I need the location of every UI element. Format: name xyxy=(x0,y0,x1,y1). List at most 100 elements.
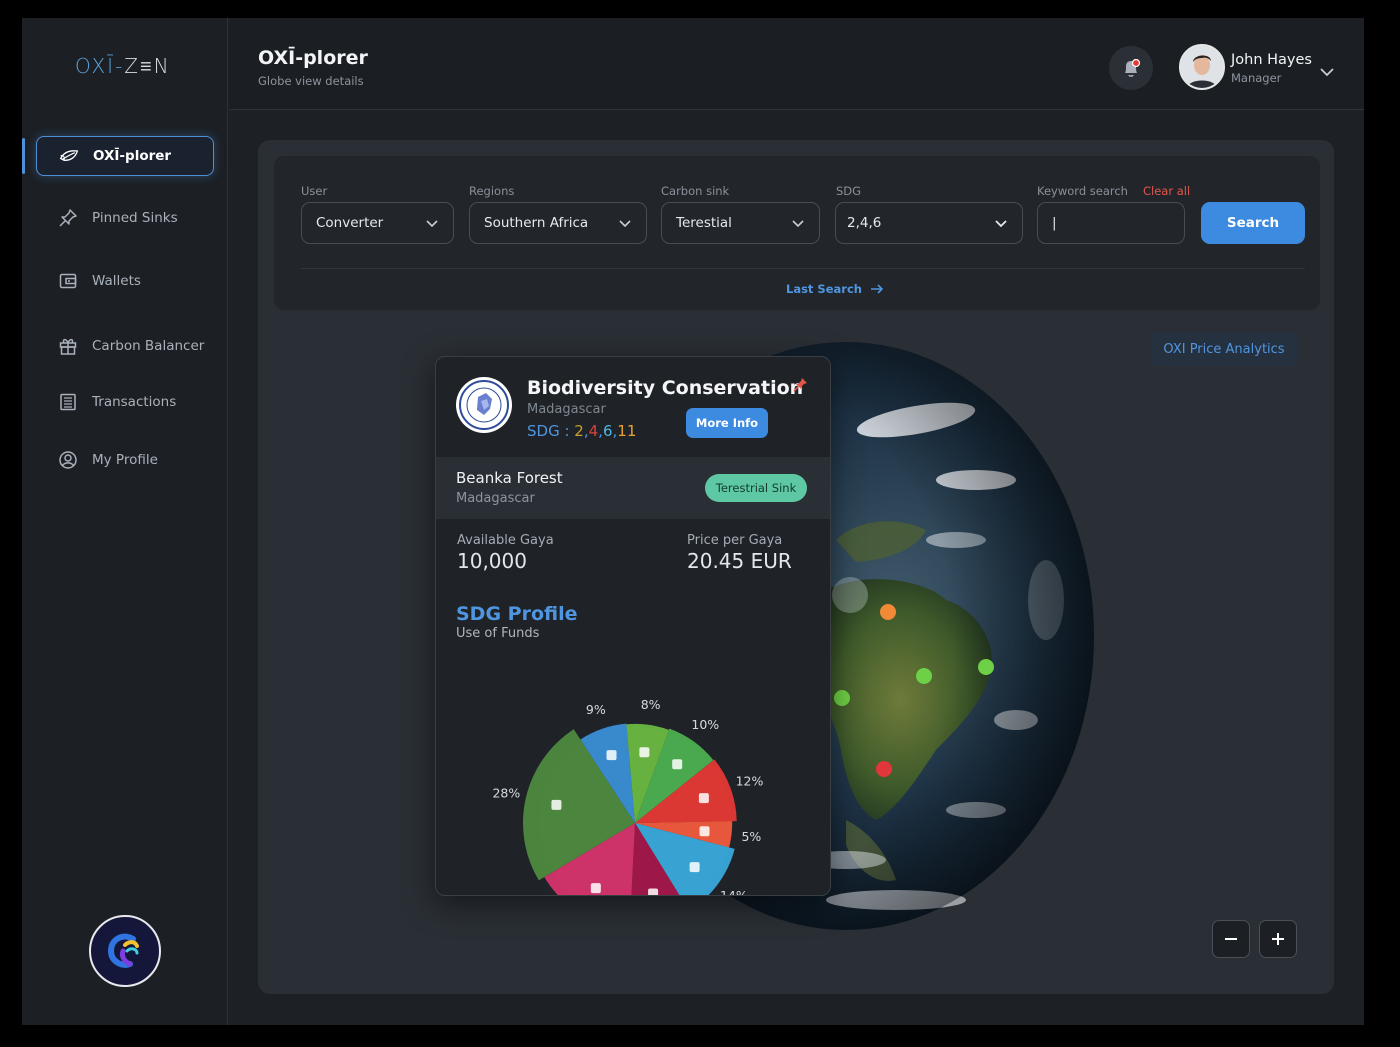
last-search-label: Last Search xyxy=(786,282,862,296)
user-menu-chevron[interactable] xyxy=(1319,62,1335,81)
organization-logo xyxy=(456,377,512,433)
pie-slice-label: 9% xyxy=(586,702,606,717)
top-header: OXĪ-plorer Globe view details John Hayes… xyxy=(229,18,1364,110)
bell-icon xyxy=(1125,58,1141,77)
app-logo: OXĪ-Z≡N xyxy=(75,54,171,78)
map-marker[interactable] xyxy=(916,668,932,684)
page-title: OXĪ-plorer xyxy=(258,47,368,69)
pie-slice-label: 14% xyxy=(720,888,748,896)
sdg-goal-icon xyxy=(689,862,700,873)
pie-slice-label: 8% xyxy=(641,697,661,712)
pin-icon xyxy=(793,378,807,392)
sdg-goal-icon xyxy=(648,888,659,895)
sdg-pie-chart[interactable]: 10%12%5%14%11%18%28%9%8% xyxy=(436,637,831,896)
sidebar-item-label: OXĪ-plorer xyxy=(93,148,172,164)
sdg-profile-title: SDG Profile xyxy=(456,603,578,625)
sidebar: OXĪ-Z≡N OXĪ-plorer Pinned Sinks Wallets xyxy=(22,18,228,1025)
user-select[interactable]: Converter xyxy=(301,202,454,244)
keyword-search-label: Keyword search xyxy=(1037,184,1128,198)
user-role: Manager xyxy=(1231,71,1282,85)
price-analytics-button[interactable]: OXI Price Analytics xyxy=(1151,332,1297,366)
sink-info-card: Biodiversity Conservation Madagascar SDG… xyxy=(435,356,831,896)
map-marker[interactable] xyxy=(880,604,896,620)
notifications-button[interactable] xyxy=(1109,46,1153,90)
pin-button[interactable] xyxy=(792,377,808,397)
sdg-filter-label: SDG xyxy=(836,184,862,198)
card-location: Madagascar xyxy=(527,402,606,417)
available-gaya-value: 10,000 xyxy=(457,549,527,573)
sink-type-badge[interactable]: Terestrial Sink xyxy=(705,474,807,502)
avatar[interactable] xyxy=(1179,44,1225,90)
regions-filter-label: Regions xyxy=(469,184,515,198)
sidebar-item-pinned-sinks[interactable]: Pinned Sinks xyxy=(36,198,214,238)
sdg-goals: SDG : 2,4,6,11 xyxy=(527,422,637,440)
sdg-goal-icon xyxy=(551,799,562,810)
sidebar-item-carbon-balancer[interactable]: Carbon Balancer xyxy=(36,326,214,366)
conservation-seal-icon xyxy=(459,380,509,430)
pie-slice-label: 5% xyxy=(741,829,761,844)
main-panel: User Converter Regions Southern Africa C… xyxy=(258,140,1334,994)
sdg-goal: 11 xyxy=(617,422,637,440)
sidebar-item-label: Pinned Sinks xyxy=(92,210,178,226)
sidebar-item-my-profile[interactable]: My Profile xyxy=(36,440,214,480)
keyword-search-input[interactable] xyxy=(1037,202,1185,244)
zoom-in-button[interactable] xyxy=(1259,920,1297,958)
chevron-down-icon xyxy=(619,219,631,227)
user-name: John Hayes xyxy=(1231,52,1312,68)
user-circle-icon xyxy=(58,450,78,470)
user-portrait-icon xyxy=(1181,46,1223,88)
page-subtitle: Globe view details xyxy=(258,74,364,88)
chevron-down-icon xyxy=(792,219,804,227)
leaf-icon xyxy=(59,146,79,166)
sdg-prefix: SDG : xyxy=(527,422,575,440)
sidebar-item-wallets[interactable]: Wallets xyxy=(36,261,214,301)
sink-location: Madagascar xyxy=(456,491,535,506)
sdg-goal: 2 xyxy=(574,422,584,440)
regions-select[interactable]: Southern Africa xyxy=(469,202,647,244)
pie-slice-label: 10% xyxy=(691,717,719,732)
sdg-goal-icon xyxy=(672,759,683,770)
price-per-gaya-value: 20.45 EUR xyxy=(687,549,792,573)
sink-row: Beanka Forest Madagascar Terestrial Sink xyxy=(436,457,830,519)
sdg-goal-icon xyxy=(639,747,650,758)
sdg-goal-icon xyxy=(606,750,617,761)
user-select-value: Converter xyxy=(316,215,384,231)
price-per-gaya-label: Price per Gaya xyxy=(687,533,783,548)
wallet-icon xyxy=(58,271,78,291)
card-title: Biodiversity Conservation xyxy=(527,377,804,399)
arrow-right-icon xyxy=(870,284,884,294)
active-nav-marker xyxy=(22,138,25,174)
sidebar-item-label: Carbon Balancer xyxy=(92,338,205,354)
carbon-sink-filter-label: Carbon sink xyxy=(661,184,730,198)
sidebar-item-transactions[interactable]: Transactions xyxy=(36,382,214,422)
brand-emblem-icon xyxy=(107,933,139,968)
more-info-button[interactable]: More Info xyxy=(686,408,768,438)
carbon-sink-select[interactable]: Terestial xyxy=(661,202,820,244)
sidebar-item-label: Transactions xyxy=(92,394,177,410)
sdg-select[interactable]: 2,4,6 xyxy=(835,202,1023,244)
map-marker[interactable] xyxy=(876,761,892,777)
sidebar-item-label: My Profile xyxy=(92,452,158,468)
divider xyxy=(301,268,1305,269)
sdg-goal-icon xyxy=(590,883,601,894)
clear-all-link[interactable]: Clear all xyxy=(1143,184,1190,198)
gift-icon xyxy=(58,336,78,356)
sdg-select-value: 2,4,6 xyxy=(847,215,882,231)
map-marker[interactable] xyxy=(834,690,850,706)
sidebar-item-oxiplorer[interactable]: OXĪ-plorer xyxy=(36,136,214,176)
regions-select-value: Southern Africa xyxy=(484,215,589,231)
carbon-sink-select-value: Terestial xyxy=(676,215,732,231)
pin-icon xyxy=(58,208,78,228)
app-window: OXĪ-Z≡N OXĪ-plorer Pinned Sinks Wallets xyxy=(22,18,1364,1025)
brand-emblem[interactable] xyxy=(89,915,161,987)
pie-slice-label: 12% xyxy=(736,774,764,789)
last-search-link[interactable]: Last Search xyxy=(786,282,884,296)
list-icon xyxy=(58,392,78,412)
sdg-goal-icon xyxy=(698,793,709,804)
sdg-goal-icon xyxy=(699,826,710,837)
chevron-down-icon xyxy=(426,219,438,227)
zoom-out-button[interactable] xyxy=(1212,920,1250,958)
map-marker[interactable] xyxy=(978,659,994,675)
search-button[interactable]: Search xyxy=(1201,202,1305,244)
sdg-goal: 4 xyxy=(588,422,599,440)
